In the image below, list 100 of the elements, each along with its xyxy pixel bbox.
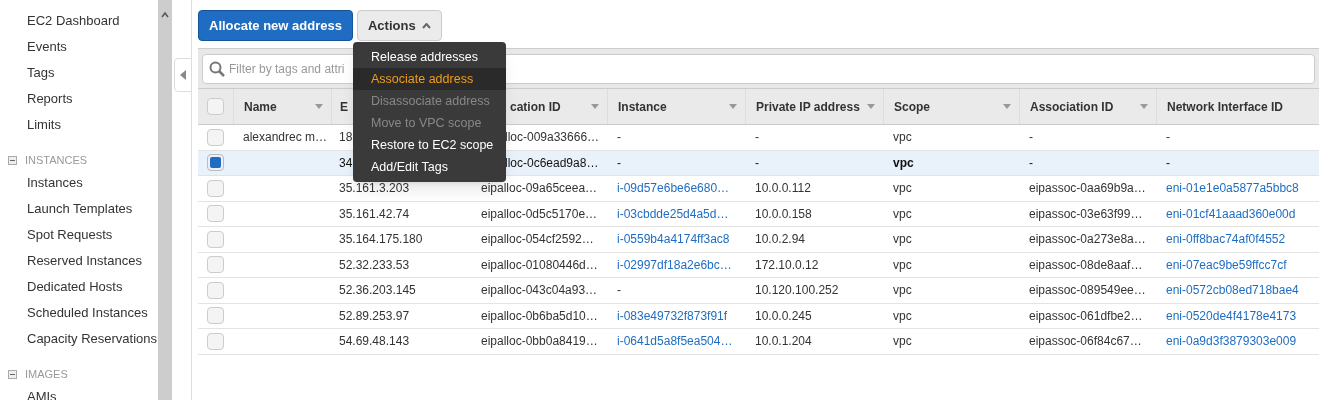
table-cell-text: 54.69.48.143 — [339, 333, 410, 351]
select-all-checkbox[interactable] — [207, 98, 224, 115]
table-cell-text: eipassoc-089549ee… — [1029, 282, 1146, 300]
column-header[interactable]: Name — [233, 89, 331, 124]
table-cell-text: lloc-0c6ead9a8… — [505, 154, 599, 172]
column-label: E — [340, 98, 348, 116]
column-label: Association ID — [1030, 98, 1114, 116]
caret-left-icon — [180, 70, 186, 80]
collapse-icon[interactable] — [8, 369, 17, 379]
collapse-icon[interactable] — [8, 155, 17, 165]
column-label: Name — [244, 98, 277, 116]
table-cell-text: vpc — [893, 282, 912, 300]
table-cell-text: eipalloc-0d5c5170e… — [481, 205, 598, 223]
sidebar-item[interactable]: Reserved Instances — [8, 251, 142, 277]
resource-link[interactable]: i-03cbdde25d4a5d… — [617, 204, 729, 223]
table-cell-text: 172.10.0.12 — [755, 256, 819, 274]
table-cell-text: 10.120.100.252 — [755, 282, 839, 300]
table-cell-text: eipalloc-043c04a93… — [481, 282, 598, 300]
scroll-up-icon[interactable] — [161, 12, 169, 18]
column-label: Network Interface ID — [1167, 98, 1284, 116]
column-label: Scope — [894, 98, 930, 116]
table-cell-text: eipalloc-09a65ceea… — [481, 180, 598, 198]
table-cell-text: lloc-009a33666… — [505, 129, 600, 147]
table-cell-text: 35.161.3.203 — [339, 180, 410, 198]
table-cell-text: 10.0.1.204 — [755, 333, 812, 351]
scrollbar[interactable] — [158, 0, 172, 400]
row-checkbox[interactable] — [207, 128, 224, 146]
resource-link[interactable]: i-0641d5a8f5ea504… — [617, 332, 733, 351]
sort-caret-icon[interactable] — [729, 104, 737, 109]
table-cell-text: vpc — [893, 129, 912, 147]
table-cell-text: eipassoc-061dfbe2… — [1029, 307, 1143, 325]
resource-link[interactable]: i-09d57e6be6e680… — [617, 179, 730, 198]
sort-caret-icon[interactable] — [315, 104, 323, 109]
sidebar-item[interactable]: Dedicated Hosts — [8, 277, 123, 303]
sidebar-item[interactable]: Capacity Reservations — [8, 329, 158, 355]
menu-item[interactable]: Associate address — [353, 68, 506, 90]
collapse-tab[interactable] — [174, 58, 192, 92]
menu-item[interactable]: Add/Edit Tags — [353, 156, 506, 178]
sidebar-item[interactable]: Reports — [8, 89, 73, 115]
sidebar-item[interactable]: Limits — [8, 115, 61, 141]
resource-link[interactable]: i-083e49732f873f91f — [617, 306, 728, 325]
row-checkbox[interactable] — [207, 230, 224, 248]
column-header[interactable]: Association ID — [1019, 89, 1156, 124]
resource-link[interactable]: i-0559b4a4174ff3ac8 — [617, 230, 730, 249]
column-header[interactable]: Private IP address — [745, 89, 883, 124]
allocate-button[interactable]: Allocate new address — [198, 10, 353, 41]
resource-link[interactable]: eni-01cf41aaad360e00d — [1166, 204, 1296, 223]
actions-button[interactable]: Actions — [356, 10, 442, 41]
row-checkbox[interactable] — [207, 332, 224, 350]
table-cell-text: - — [1166, 129, 1170, 147]
table-cell-text: eipalloc-0b6ba5d10… — [481, 307, 598, 325]
table-cell-text: eipalloc-0bb0a8419… — [481, 333, 598, 351]
row-checkbox[interactable] — [207, 179, 224, 197]
table-cell-text: eipalloc-054cf2592… — [481, 231, 594, 249]
row-checkbox[interactable] — [207, 154, 224, 172]
sidebar-item[interactable]: Spot Requests — [8, 225, 113, 251]
table-cell-text: 52.36.203.145 — [339, 282, 416, 300]
resource-link[interactable]: eni-0520de4f4178e4173 — [1166, 306, 1297, 325]
sidebar-item[interactable]: Scheduled Instances — [8, 303, 148, 329]
sidebar-item[interactable]: EC2 Dashboard — [8, 11, 120, 37]
row-checkbox[interactable] — [207, 281, 224, 299]
resource-link[interactable]: eni-07eac9be59ffcc7cf — [1166, 255, 1287, 274]
table-cell-text: 10.0.0.158 — [755, 205, 812, 223]
resource-link[interactable]: eni-01e1e0a5877a5bbc8 — [1166, 179, 1299, 198]
sidebar-item[interactable]: Events — [8, 37, 67, 63]
sidebar-item[interactable]: Instances — [8, 173, 83, 199]
table-cell-text: eipassoc-0aa69b9a… — [1029, 180, 1146, 198]
table-cell-text: 10.0.0.112 — [755, 180, 811, 198]
resource-link[interactable]: i-02997df18a2e6bc… — [617, 255, 732, 274]
table-cell-text: - — [1029, 154, 1033, 172]
table-cell-text: eipassoc-03e63f99… — [1029, 205, 1143, 223]
row-checkbox[interactable] — [207, 205, 224, 223]
table-cell-text: vpc — [893, 256, 912, 274]
sidebar-item[interactable]: Tags — [8, 63, 55, 89]
table-cell-text: vpc — [893, 154, 914, 172]
table-cell-text: vpc — [893, 180, 912, 198]
column-header[interactable]: Instance — [607, 89, 745, 124]
table-cell-text: - — [1029, 129, 1033, 147]
table-cell-text: - — [755, 154, 759, 172]
table-cell-text: vpc — [893, 333, 912, 351]
table-cell-text: 35.161.42.74 — [339, 205, 410, 223]
sidebar-item[interactable]: Launch Templates — [8, 199, 133, 225]
table-cell-text: alexandrec m… — [243, 129, 328, 147]
table-cell-text: 18 — [339, 129, 353, 147]
column-header[interactable]: Scope — [883, 89, 1019, 124]
table-cell-text: eipassoc-0a273e8a… — [1029, 231, 1146, 249]
sort-caret-icon[interactable] — [867, 104, 875, 109]
row-checkbox[interactable] — [207, 256, 224, 274]
table-cell-text: 10.0.2.94 — [755, 231, 806, 249]
row-checkbox[interactable] — [207, 307, 224, 325]
resource-link[interactable]: eni-0a9d3f3879303e009 — [1166, 332, 1297, 351]
sort-caret-icon[interactable] — [591, 104, 599, 109]
resource-link[interactable]: eni-0ff8bac74af0f4552 — [1166, 230, 1286, 249]
resource-link[interactable]: eni-0572cb08ed718bae4 — [1166, 281, 1299, 300]
column-header[interactable]: Network Interface ID — [1156, 89, 1316, 124]
sort-caret-icon[interactable] — [1003, 104, 1011, 109]
table-cell-text: 52.89.253.97 — [339, 307, 410, 325]
table-cell-text: vpc — [893, 307, 912, 325]
sort-caret-icon[interactable] — [1140, 104, 1148, 109]
table-cell-text: - — [617, 282, 621, 300]
